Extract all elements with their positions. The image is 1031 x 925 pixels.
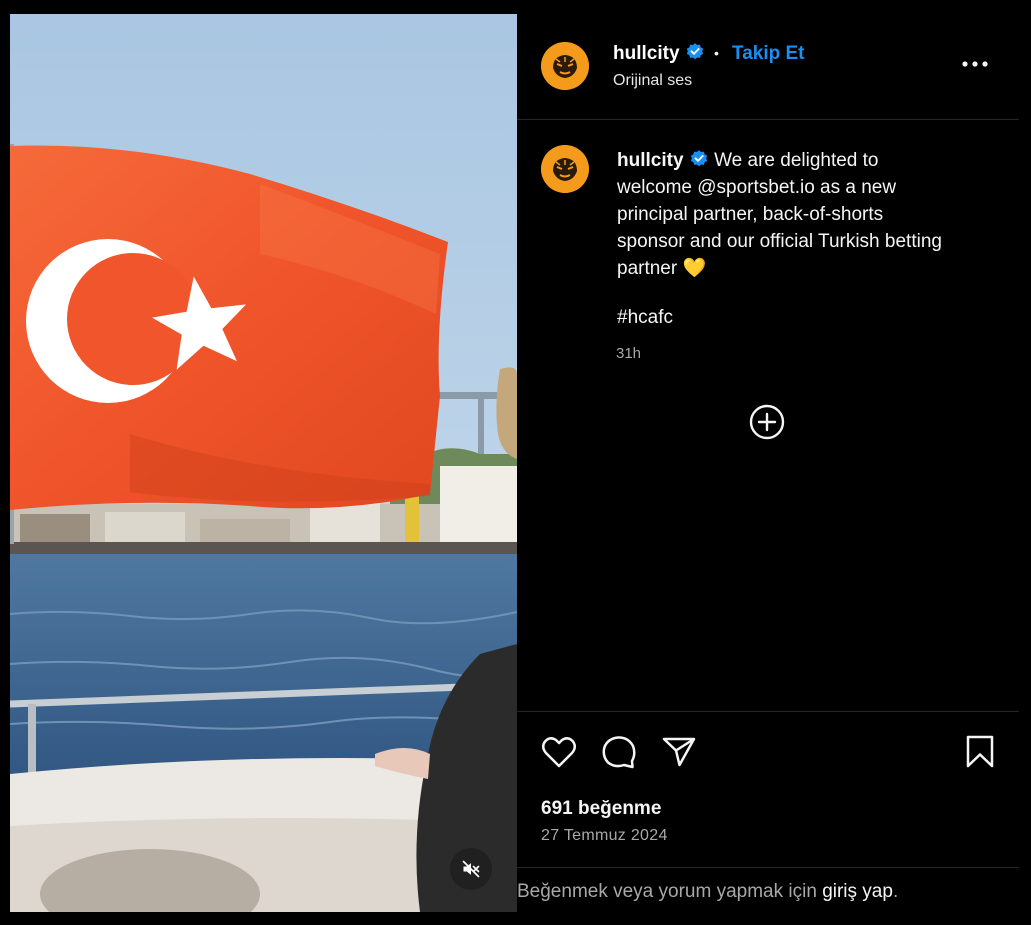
post-details-panel: hullcity • Takip Et Orijinal ses hullcit…: [517, 14, 1019, 912]
heart-icon: [542, 737, 576, 768]
post-caption: hullcity We are delighted to welcome @sp…: [617, 147, 947, 282]
plus-circle-icon: [749, 404, 785, 440]
comment-icon: [602, 736, 636, 769]
caption-username[interactable]: hullcity: [617, 150, 684, 171]
post-header: hullcity • Takip Et Orijinal ses: [517, 14, 1019, 120]
login-prompt-end: .: [892, 881, 899, 902]
separator-dot: •: [714, 45, 719, 61]
likes-count[interactable]: 691 beğenme: [541, 798, 661, 820]
tiger-logo-icon: [541, 145, 589, 193]
post-video[interactable]: [10, 14, 517, 912]
actions-divider: [517, 711, 1019, 712]
save-button[interactable]: [960, 732, 1000, 777]
post-date[interactable]: 27 Temmuz 2024: [541, 827, 668, 845]
footer-divider: [517, 867, 1019, 868]
mute-button[interactable]: [450, 848, 492, 890]
share-icon: [662, 737, 696, 767]
login-prompt-text: Beğenmek veya yorum yapmak için: [517, 881, 823, 902]
share-button[interactable]: [659, 732, 699, 777]
follow-button[interactable]: Takip Et: [732, 43, 805, 65]
verified-badge-icon: [686, 43, 703, 60]
more-options-button[interactable]: [955, 52, 995, 76]
login-prompt: Beğenmek veya yorum yapmak için giriş ya…: [517, 881, 898, 903]
verified-badge-icon: [690, 150, 707, 167]
tiger-logo-icon: [541, 42, 589, 90]
comment-button[interactable]: [599, 732, 639, 777]
login-link[interactable]: giriş yap: [822, 881, 893, 902]
header-username[interactable]: hullcity: [613, 42, 705, 65]
bookmark-icon: [966, 735, 994, 768]
load-more-comments-button[interactable]: [749, 404, 785, 440]
more-options-icon: [962, 61, 988, 67]
post-time[interactable]: 31h: [616, 345, 641, 362]
hashtag-link[interactable]: #hcafc: [617, 307, 673, 329]
avatar[interactable]: [541, 42, 589, 90]
audio-label[interactable]: Orijinal ses: [613, 72, 692, 90]
muted-speaker-icon: [462, 860, 480, 878]
post-modal: hullcity • Takip Et Orijinal ses hullcit…: [0, 0, 1031, 925]
caption-avatar[interactable]: [541, 145, 589, 193]
like-button[interactable]: [539, 732, 579, 777]
